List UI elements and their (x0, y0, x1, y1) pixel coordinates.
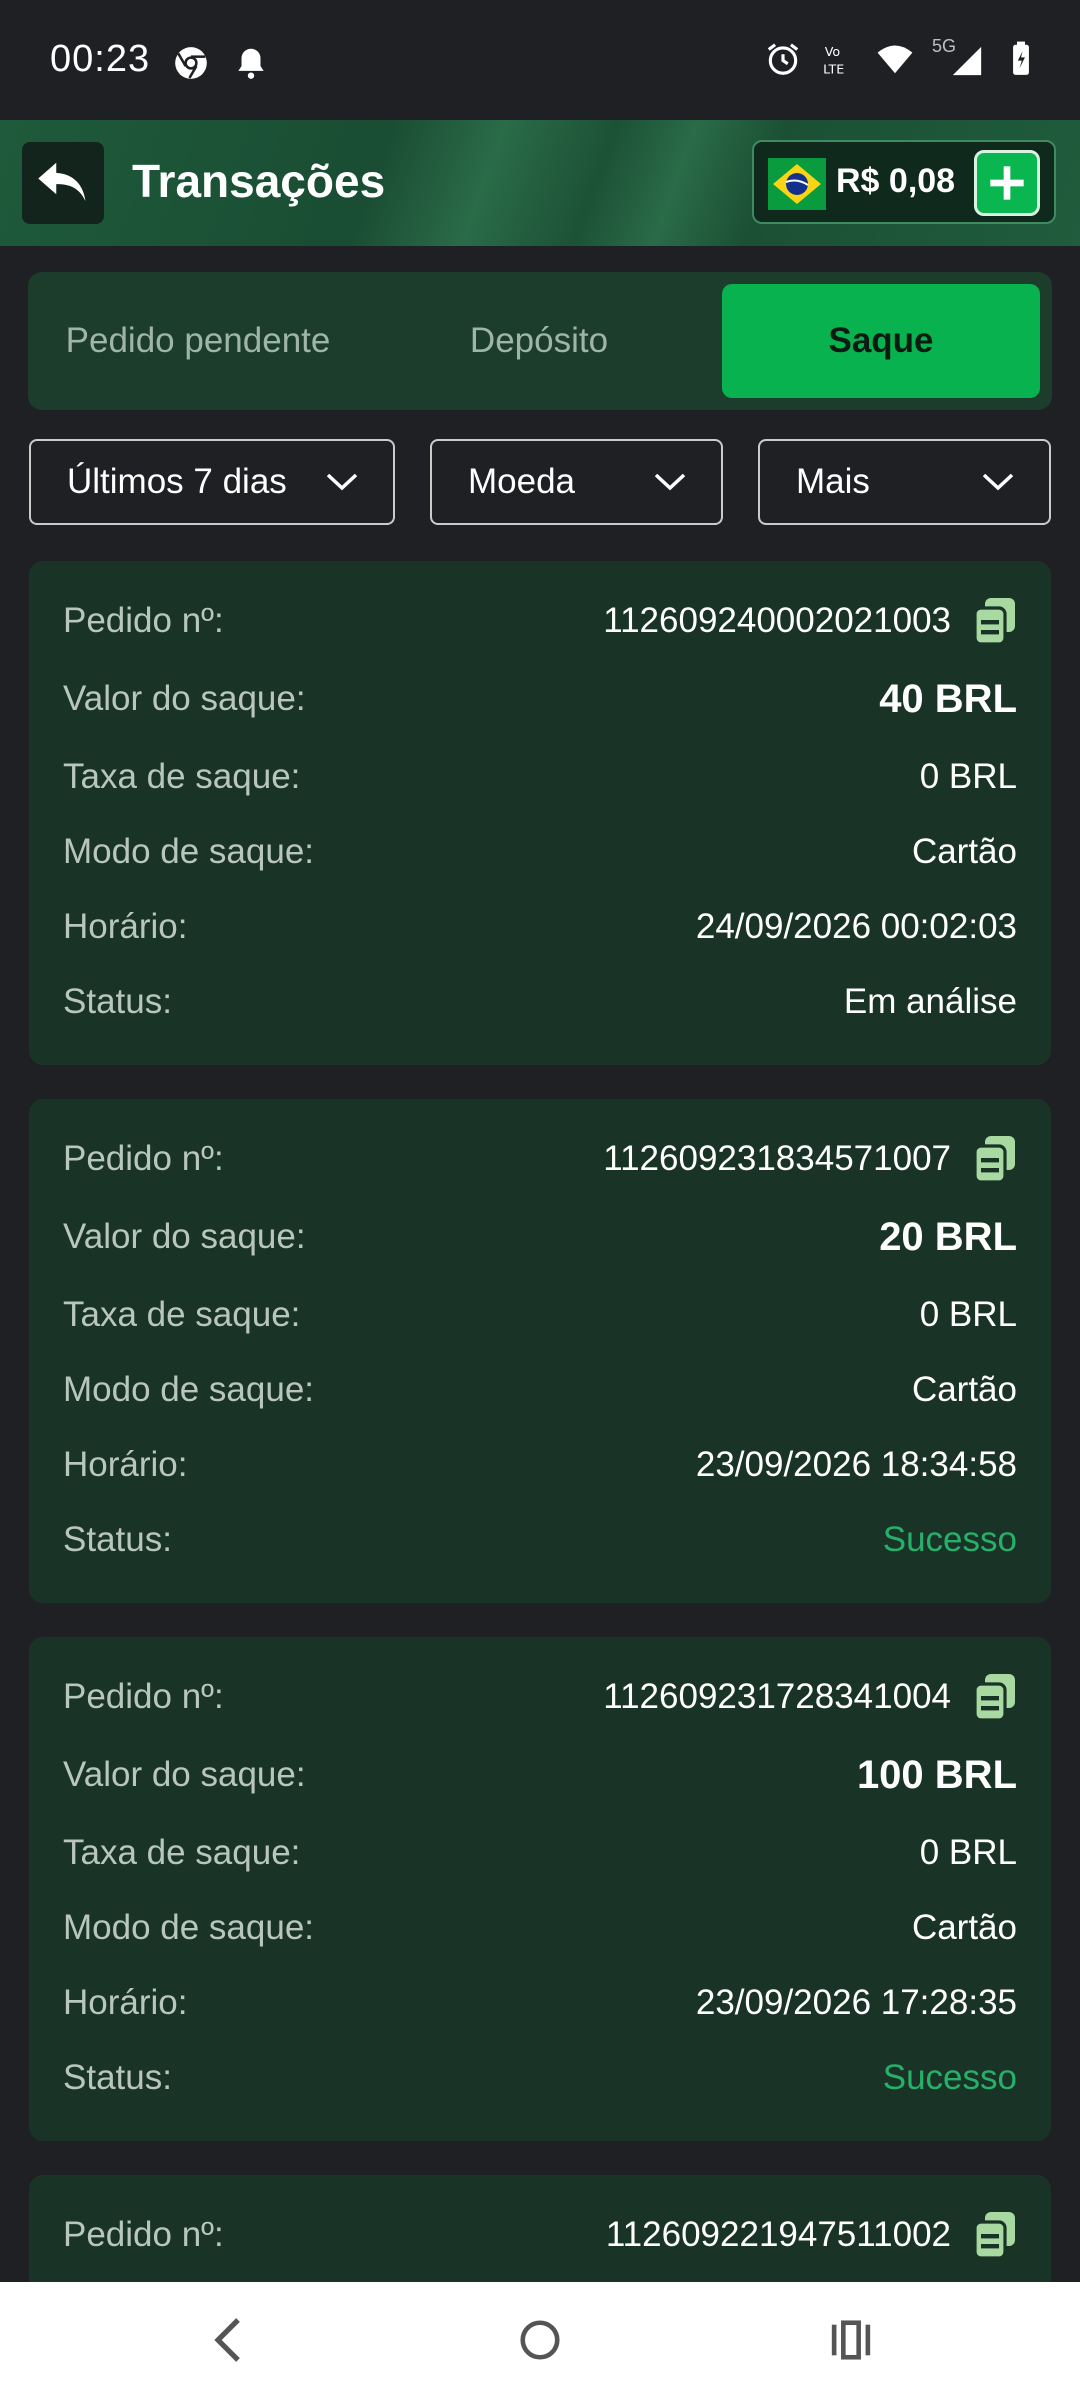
svg-text:Vo: Vo (825, 44, 841, 59)
copy-icon[interactable] (973, 596, 1017, 646)
amount-label: Valor do saque: (63, 679, 306, 718)
battery-icon (1013, 41, 1029, 75)
more-filter-label: Mais (796, 462, 870, 501)
withdrawal-fee: 0 BRL (919, 757, 1017, 796)
back-button[interactable] (22, 142, 104, 224)
period-filter-label: Últimos 7 dias (67, 462, 287, 501)
status-label: Status: (63, 982, 172, 1021)
status-label: Status: (63, 2058, 172, 2097)
transaction-card: Pedido nº: 112609231728341004 Valor do s… (29, 1637, 1051, 2141)
currency-filter-label: Moeda (468, 462, 576, 501)
withdrawal-amount: 100 BRL (856, 1752, 1017, 1797)
time-label: Horário: (63, 907, 188, 946)
tab-pending-order[interactable]: Pedido pendente (28, 272, 368, 410)
balance-amount: R$ 0,08 (836, 162, 956, 200)
balance-widget[interactable]: R$ 0,08 (752, 140, 1056, 224)
system-navigation-bar (0, 2282, 1080, 2400)
signal-5g-icon: 5G (932, 36, 984, 78)
tab-withdrawal[interactable]: Saque (722, 284, 1040, 398)
withdrawal-mode: Cartão (911, 1370, 1017, 1409)
transaction-card: Pedido nº: 112609240002021003 Valor do s… (29, 561, 1051, 1065)
transaction-card: Pedido nº: 112609231834571007 Valor do s… (29, 1099, 1051, 1603)
plus-icon (990, 166, 1024, 200)
fee-label: Taxa de saque: (63, 1833, 301, 1872)
amount-label: Valor do saque: (63, 1217, 306, 1256)
nav-recents-icon[interactable] (828, 2314, 874, 2366)
brazil-flag-icon (768, 158, 826, 210)
tab-deposit[interactable]: Depósito (368, 272, 710, 410)
time-label: Horário: (63, 1983, 188, 2022)
order-label: Pedido nº: (63, 601, 224, 640)
status-value: Em análise (843, 982, 1017, 1021)
order-id: 112609231834571007 (603, 1139, 951, 1178)
withdrawal-fee: 0 BRL (919, 1295, 1017, 1334)
withdrawal-fee: 0 BRL (919, 1833, 1017, 1872)
mode-label: Modo de saque: (63, 832, 315, 871)
transaction-time: 23/09/2026 18:34:58 (695, 1445, 1017, 1484)
order-id: 112609240002021003 (603, 601, 951, 640)
clock: 00:23 (50, 38, 151, 80)
time-label: Horário: (63, 1445, 188, 1484)
chevron-down-icon (982, 473, 1014, 491)
status-label: Status: (63, 1520, 172, 1559)
withdrawal-mode: Cartão (911, 832, 1017, 871)
deposit-plus-button[interactable] (974, 150, 1040, 216)
order-label: Pedido nº: (63, 1677, 224, 1716)
fee-label: Taxa de saque: (63, 757, 301, 796)
nav-home-icon[interactable] (517, 2314, 563, 2366)
fee-label: Taxa de saque: (63, 1295, 301, 1334)
status-bar: 00:23 Vo LTE 5G (0, 0, 1080, 120)
chevron-down-icon (654, 473, 686, 491)
volte-icon: Vo LTE (823, 44, 844, 76)
period-filter-dropdown[interactable]: Últimos 7 dias (29, 439, 395, 525)
withdrawal-mode: Cartão (911, 1908, 1017, 1947)
copy-icon[interactable] (973, 1134, 1017, 1184)
status-value: Sucesso (882, 1520, 1017, 1559)
mode-label: Modo de saque: (63, 1908, 315, 1947)
svg-text:LTE: LTE (823, 61, 844, 76)
nav-back-icon[interactable] (208, 2314, 248, 2366)
amount-label: Valor do saque: (63, 1755, 306, 1794)
transaction-tabs: Pedido pendente Depósito Saque (28, 272, 1052, 410)
alarm-icon (767, 43, 799, 75)
transaction-time: 24/09/2026 00:02:03 (695, 907, 1017, 946)
more-filter-dropdown[interactable]: Mais (758, 439, 1051, 525)
order-id: 112609231728341004 (603, 1677, 951, 1716)
order-id: 112609221947511002 (605, 2215, 951, 2254)
back-arrow-icon (38, 162, 86, 201)
mode-label: Modo de saque: (63, 1370, 315, 1409)
copy-icon[interactable] (973, 1672, 1017, 1722)
copy-icon[interactable] (973, 2210, 1017, 2260)
page-title: Transações (132, 155, 386, 207)
status-value: Sucesso (882, 2058, 1017, 2097)
chevron-down-icon (326, 473, 358, 491)
order-label: Pedido nº: (63, 1139, 224, 1178)
currency-filter-dropdown[interactable]: Moeda (430, 439, 723, 525)
order-label: Pedido nº: (63, 2215, 224, 2254)
withdrawal-amount: 20 BRL (879, 1214, 1017, 1259)
notification-bell-icon (238, 48, 264, 79)
wifi-icon (877, 45, 913, 74)
chrome-icon (175, 47, 207, 79)
transaction-time: 23/09/2026 17:28:35 (695, 1983, 1017, 2022)
app-header: Transações R$ 0,08 (0, 120, 1080, 246)
withdrawal-amount: 40 BRL (879, 676, 1017, 721)
transaction-card: Pedido nº: 112609221947511002 (29, 2175, 1051, 2282)
